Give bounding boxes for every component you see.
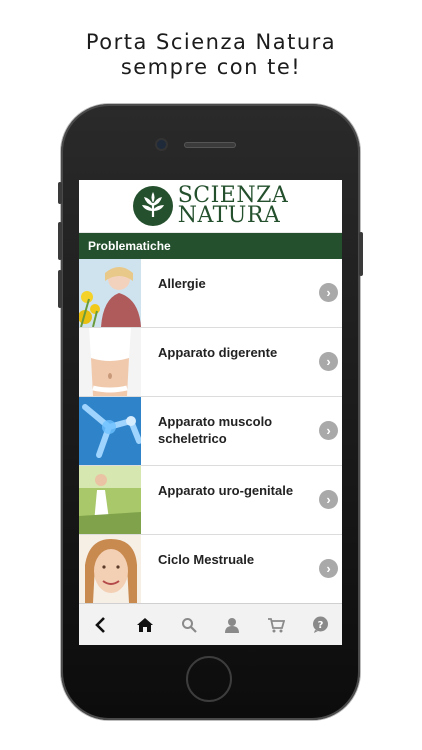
- chevron-right-icon: ›: [319, 490, 338, 509]
- cart-icon[interactable]: [261, 610, 291, 640]
- bottom-tab-bar: ?: [79, 603, 342, 645]
- tree-logo-icon: [132, 186, 173, 226]
- mute-switch: [58, 182, 62, 204]
- thumbnail-image: [79, 259, 141, 327]
- list-item-label: Apparato digerente: [158, 345, 278, 360]
- svg-text:?: ?: [317, 620, 323, 631]
- list-item-label: Apparato uro-genitale: [158, 483, 294, 498]
- thumbnail-image: [79, 466, 141, 534]
- chevron-right-icon: ›: [319, 283, 338, 302]
- list-item-ciclo-mestruale[interactable]: Ciclo Mestruale ›: [79, 535, 342, 604]
- search-icon[interactable]: [174, 610, 204, 640]
- power-button: [359, 232, 363, 276]
- earpiece-speaker: [184, 142, 236, 148]
- thumbnail-image: [79, 328, 141, 396]
- list-item-apparato-uro-genitale[interactable]: Apparato uro-genitale ›: [79, 466, 342, 535]
- brand-line2: NATURA: [177, 203, 281, 228]
- thumbnail-image: [79, 535, 141, 603]
- promo-headline-line2: sempre con te!: [120, 55, 302, 79]
- user-icon[interactable]: [217, 610, 247, 640]
- home-button[interactable]: [186, 656, 232, 702]
- promo-headline-line1: Porta Scienza Natura: [85, 30, 337, 54]
- list-item-allergie[interactable]: Allergie ›: [79, 259, 342, 328]
- chevron-right-icon: ›: [319, 421, 338, 440]
- list-item-label: Apparato muscolo scheletrico: [158, 414, 273, 446]
- list-item-apparato-digerente[interactable]: Apparato digerente ›: [79, 328, 342, 397]
- back-icon[interactable]: [86, 610, 116, 640]
- thumbnail-image: [79, 397, 141, 465]
- list-item-label: Ciclo Mestruale: [158, 552, 255, 567]
- home-icon[interactable]: [130, 610, 160, 640]
- list-item-label: Allergie: [158, 276, 206, 291]
- logo-header: SCIENZA NATURA: [79, 180, 342, 233]
- problem-list: Allergie › Apparato digerente › Apparato…: [79, 259, 342, 604]
- app-screen: SCIENZA NATURA Problematiche Allergie › …: [79, 180, 342, 645]
- volume-up-button: [58, 222, 62, 260]
- chevron-right-icon: ›: [319, 352, 338, 371]
- section-header: Problematiche: [79, 233, 342, 259]
- help-icon[interactable]: ?: [305, 610, 335, 640]
- list-item-apparato-muscolo-scheletrico[interactable]: Apparato muscolo scheletrico ›: [79, 397, 342, 466]
- promo-headline: Porta Scienza Natura sempre con te!: [0, 30, 422, 80]
- chevron-right-icon: ›: [319, 559, 338, 578]
- volume-down-button: [58, 270, 62, 308]
- brand-logo-text: SCIENZA NATURA: [177, 185, 289, 228]
- front-camera: [157, 140, 166, 149]
